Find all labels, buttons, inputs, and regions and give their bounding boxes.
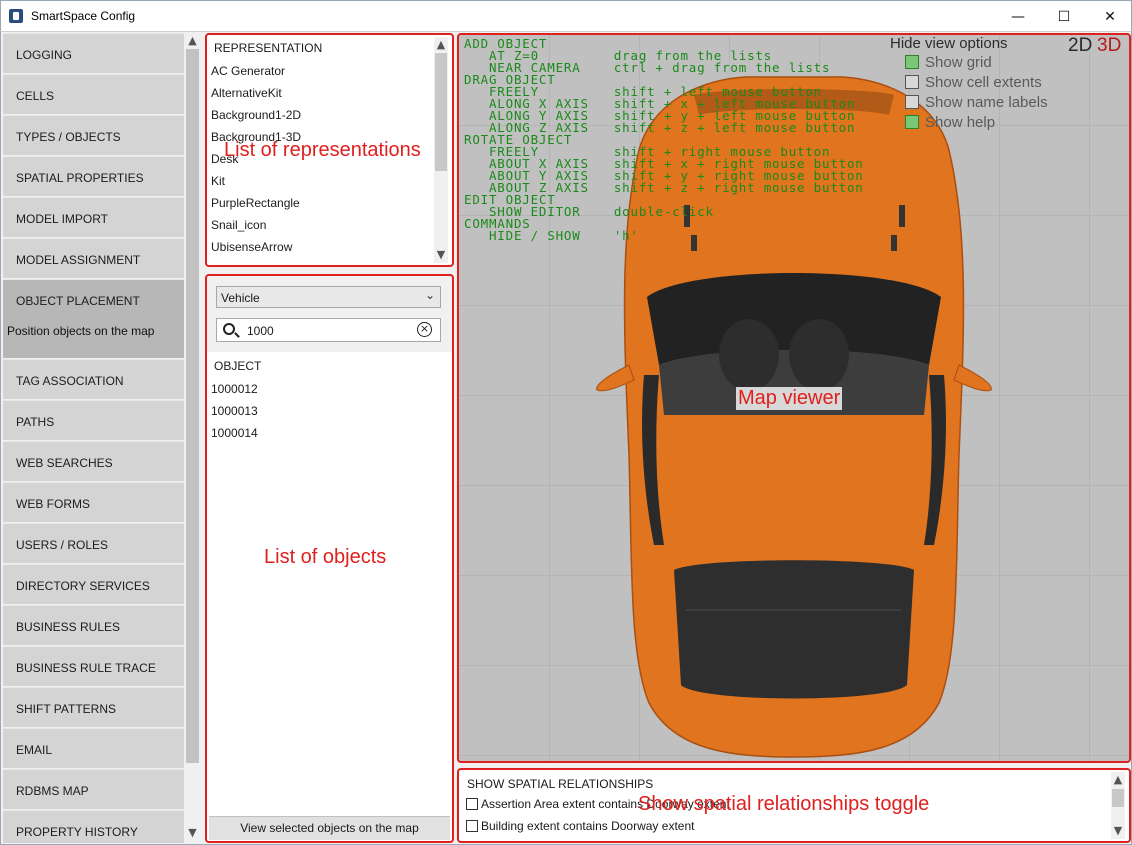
sidebar-item-business-rule-trace[interactable]: BUSINESS RULE TRACE — [3, 646, 184, 687]
sidebar-item-property-history[interactable]: PROPERTY HISTORY — [3, 810, 184, 843]
close-button[interactable]: ✕ — [1087, 1, 1132, 32]
sidebar-item-label: TAG ASSOCIATION — [16, 374, 124, 388]
sidebar-item-label: DIRECTORY SERVICES — [16, 579, 150, 593]
sidebar-item-web-searches[interactable]: WEB SEARCHES — [3, 441, 184, 482]
sidebar-scroll-thumb[interactable] — [186, 49, 199, 763]
sidebar: LOGGING CELLS TYPES / OBJECTS SPATIAL PROPE… — [3, 33, 184, 843]
title-bar: SmartSpace Config — ☐ ✕ — [0, 0, 1132, 31]
window-title: SmartSpace Config — [31, 9, 136, 23]
sidebar-item-model-import[interactable]: MODEL IMPORT — [3, 197, 184, 238]
sidebar-item-model-assignment[interactable]: MODEL ASSIGNMENT — [3, 238, 184, 279]
sidebar-item-shift-patterns[interactable]: SHIFT PATTERNS — [3, 687, 184, 728]
sidebar-item-label: CELLS — [16, 89, 55, 103]
sidebar-item-web-forms[interactable]: WEB FORMS — [3, 482, 184, 523]
sidebar-item-object-placement[interactable]: OBJECT PLACEMENT Position objects on the … — [3, 279, 184, 359]
sidebar-item-spatial-properties[interactable]: SPATIAL PROPERTIES — [3, 156, 184, 197]
annotation-map-viewer: Map viewer — [736, 387, 843, 410]
sidebar-item-label: LOGGING — [16, 48, 73, 62]
annotation-objects: List of objects — [264, 546, 387, 568]
sidebar-item-label: PATHS — [16, 415, 55, 429]
sidebar-item-label: BUSINESS RULES — [16, 620, 121, 634]
sidebar-item-label: USERS / ROLES — [16, 538, 109, 552]
sidebar-item-business-rules[interactable]: BUSINESS RULES — [3, 605, 184, 646]
sidebar-item-label: SPATIAL PROPERTIES — [16, 171, 144, 185]
sidebar-item-logging[interactable]: LOGGING — [3, 33, 184, 74]
annotation-representations: List of representations — [224, 139, 421, 161]
sidebar-item-label: MODEL IMPORT — [16, 212, 109, 226]
minimize-button[interactable]: — — [995, 1, 1041, 32]
sidebar-scrollbar[interactable]: ▲ ▼ — [184, 33, 201, 843]
sidebar-item-types-objects[interactable]: TYPES / OBJECTS — [3, 115, 184, 156]
sidebar-item-email[interactable]: EMAIL — [3, 728, 184, 769]
sidebar-item-directory-services[interactable]: DIRECTORY SERVICES — [3, 564, 184, 605]
sidebar-item-label: SHIFT PATTERNS — [16, 702, 117, 716]
app-icon — [9, 9, 23, 23]
sidebar-item-label: WEB SEARCHES — [16, 456, 113, 470]
sidebar-item-label: PROPERTY HISTORY — [16, 825, 138, 839]
sidebar-item-rdbms-map[interactable]: RDBMS MAP — [3, 769, 184, 810]
sidebar-item-paths[interactable]: PATHS — [3, 400, 184, 441]
scroll-up-arrow[interactable]: ▲ — [184, 33, 201, 49]
sidebar-item-subtitle: Position objects on the map — [7, 324, 155, 338]
annotation-spatial: Show spatial relationships toggle — [638, 793, 930, 815]
sidebar-item-label: EMAIL — [16, 743, 53, 757]
sidebar-item-tag-association[interactable]: TAG ASSOCIATION — [3, 359, 184, 400]
scroll-down-arrow[interactable]: ▼ — [184, 825, 201, 841]
sidebar-item-cells[interactable]: CELLS — [3, 74, 184, 115]
sidebar-item-label: BUSINESS RULE TRACE — [16, 661, 156, 675]
sidebar-item-label: OBJECT PLACEMENT — [16, 294, 140, 308]
sidebar-item-label: RDBMS MAP — [16, 784, 89, 798]
sidebar-item-label: MODEL ASSIGNMENT — [16, 253, 141, 267]
maximize-button[interactable]: ☐ — [1041, 1, 1087, 32]
sidebar-item-users-roles[interactable]: USERS / ROLES — [3, 523, 184, 564]
sidebar-item-label: TYPES / OBJECTS — [16, 130, 121, 144]
sidebar-item-label: WEB FORMS — [16, 497, 90, 511]
